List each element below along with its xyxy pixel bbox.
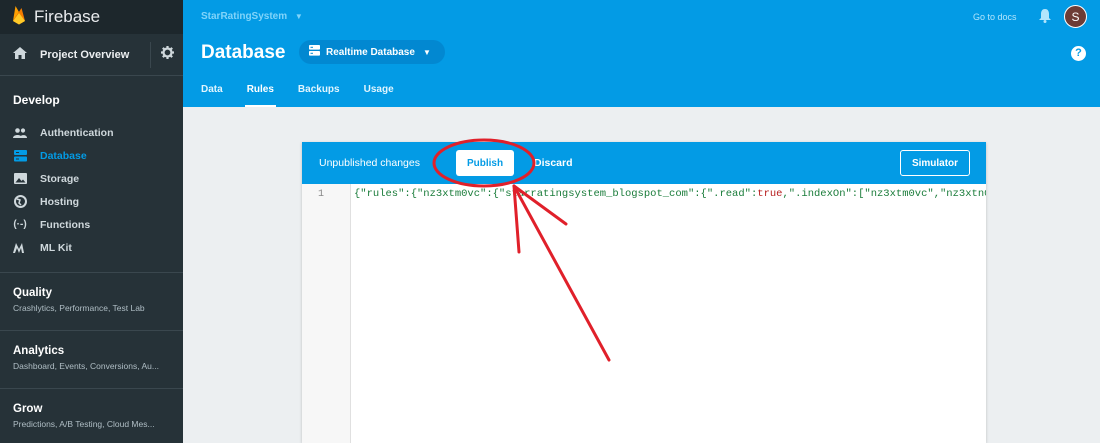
group-title: Grow bbox=[13, 403, 43, 415]
chevron-down-icon: ▼ bbox=[294, 12, 303, 21]
go-to-docs-link[interactable]: Go to docs bbox=[973, 12, 1017, 22]
sidebar-group-analytics[interactable]: Analytics Dashboard, Events, Conversions… bbox=[0, 330, 183, 388]
chevron-down-icon: ▼ bbox=[422, 47, 431, 57]
sidebar-group-grow[interactable]: Grow Predictions, A/B Testing, Cloud Mes… bbox=[0, 388, 183, 443]
brand-name: Firebase bbox=[34, 7, 101, 26]
rules-card: Unpublished changes Publish Discard Simu… bbox=[302, 142, 986, 443]
sidebar-item-ml-kit[interactable]: ML Kit bbox=[0, 236, 183, 259]
group-subtitle: Dashboard, Events, Conversions, Au... bbox=[13, 361, 159, 371]
simulator-button[interactable]: Simulator bbox=[900, 150, 970, 176]
line-number: 1 bbox=[302, 184, 351, 443]
image-icon bbox=[13, 173, 27, 184]
code-keyword: true bbox=[757, 188, 783, 200]
help-icon[interactable]: ? bbox=[1071, 46, 1086, 61]
firebase-logo-icon bbox=[12, 5, 26, 30]
page-header: Database Realtime Database ▼ ? Data Rule… bbox=[183, 34, 1100, 107]
home-icon bbox=[13, 46, 27, 64]
rules-toolbar: Unpublished changes Publish Discard Simu… bbox=[302, 142, 986, 184]
discard-button[interactable]: Discard bbox=[534, 157, 573, 169]
code-line[interactable]: {"rules":{"nz3xtm0vc":{"starratingsystem… bbox=[351, 184, 986, 443]
sidebar-item-label: ML Kit bbox=[40, 241, 72, 254]
tab-rules[interactable]: Rules bbox=[244, 84, 277, 107]
page-title: Database bbox=[201, 42, 286, 63]
group-title: Quality bbox=[13, 287, 52, 299]
database-selector-label: Realtime Database bbox=[326, 46, 415, 58]
globe-icon bbox=[13, 195, 27, 208]
code-text: {"rules":{"nz3xtm0vc":{"starratingsystem… bbox=[354, 188, 758, 200]
database-selector[interactable]: Realtime Database ▼ bbox=[299, 40, 445, 64]
publish-button[interactable]: Publish bbox=[456, 150, 514, 176]
project-selector[interactable]: StarRatingSystem ▼ bbox=[201, 11, 303, 22]
mlkit-icon bbox=[13, 242, 27, 253]
sidebar-item-label: Storage bbox=[40, 172, 80, 185]
group-title: Analytics bbox=[13, 345, 65, 357]
sidebar-group-quality[interactable]: Quality Crashlytics, Performance, Test L… bbox=[0, 272, 183, 330]
group-subtitle: Predictions, A/B Testing, Cloud Mes... bbox=[13, 419, 155, 429]
gear-icon bbox=[160, 46, 174, 64]
project-overview-item[interactable]: Project Overview bbox=[0, 34, 183, 76]
sidebar-item-label: Database bbox=[40, 149, 87, 162]
brand-bar[interactable]: Firebase bbox=[0, 0, 183, 34]
sidebar-item-hosting[interactable]: Hosting bbox=[0, 190, 183, 213]
bell-icon[interactable] bbox=[1039, 9, 1051, 28]
tab-usage[interactable]: Usage bbox=[364, 84, 394, 107]
tab-backups[interactable]: Backups bbox=[298, 84, 340, 107]
avatar[interactable]: S bbox=[1064, 5, 1087, 28]
group-subtitle: Crashlytics, Performance, Test Lab bbox=[13, 303, 145, 313]
database-icon bbox=[13, 149, 27, 162]
rules-editor[interactable]: 1 {"rules":{"nz3xtm0vc":{"starratingsyst… bbox=[302, 184, 986, 443]
sidebar-item-label: Authentication bbox=[40, 126, 114, 139]
database-icon bbox=[309, 45, 320, 59]
code-text: ,".indexOn":["nz3xtm0vc","nz3xtn0vc bbox=[782, 188, 986, 200]
sidebar-item-authentication[interactable]: Authentication bbox=[0, 121, 183, 144]
functions-icon: (·-) bbox=[13, 219, 27, 230]
sidebar-item-label: Hosting bbox=[40, 195, 80, 208]
tab-data[interactable]: Data bbox=[201, 84, 223, 107]
sidebar-item-database[interactable]: Database bbox=[0, 144, 183, 167]
project-overview-label: Project Overview bbox=[40, 48, 130, 61]
sidebar-item-label: Functions bbox=[40, 218, 91, 231]
people-icon bbox=[13, 127, 27, 138]
sidebar-groups: Quality Crashlytics, Performance, Test L… bbox=[0, 272, 183, 443]
top-bar: StarRatingSystem ▼ Go to docs S bbox=[183, 0, 1100, 34]
unpublished-status: Unpublished changes bbox=[319, 157, 420, 169]
project-name: StarRatingSystem bbox=[201, 11, 288, 22]
tab-bar: Data Rules Backups Usage bbox=[201, 84, 418, 107]
develop-section-title: Develop bbox=[13, 93, 60, 107]
sidebar: Firebase Project Overview Develop Authen… bbox=[0, 0, 183, 443]
sidebar-item-storage[interactable]: Storage bbox=[0, 167, 183, 190]
sidebar-item-functions[interactable]: (·-) Functions bbox=[0, 213, 183, 236]
settings-button[interactable] bbox=[150, 42, 183, 68]
